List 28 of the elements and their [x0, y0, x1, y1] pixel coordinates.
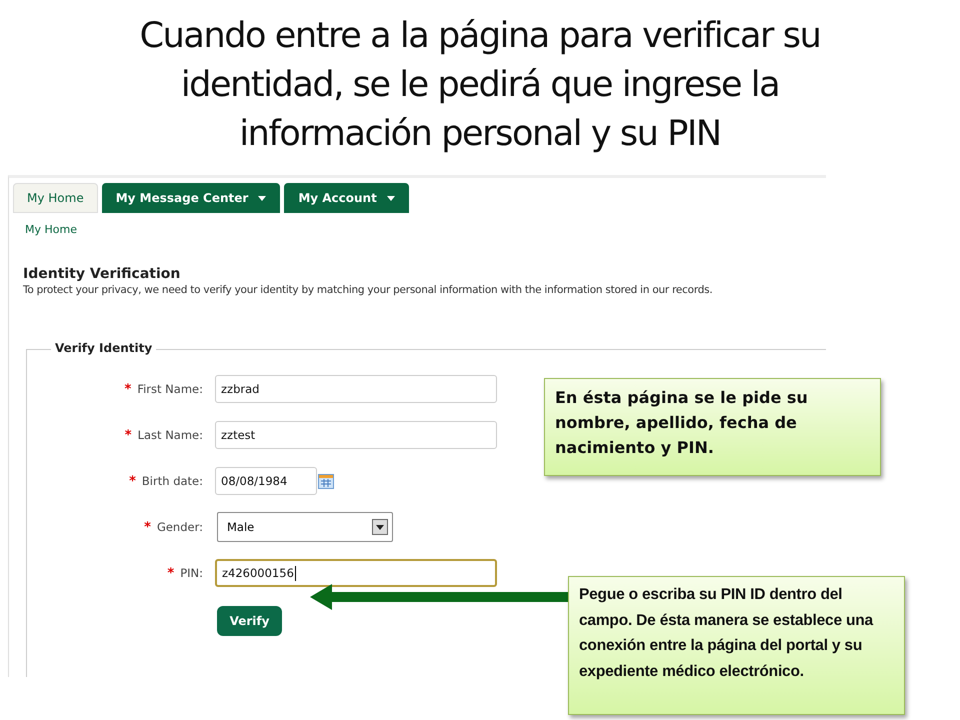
nav-tab[interactable]: My Account	[284, 183, 409, 213]
required-mark: *	[167, 566, 174, 580]
callout-note: Pegue o escriba su PIN ID dentro del campo. De ésta manera se establece una conexión entre la página del portal y su expediente médico electrónico.	[568, 576, 905, 715]
field-label: Gender:	[156, 520, 203, 534]
field-label: Birth date:	[142, 474, 203, 488]
slide-title: Cuando entre a la página para verificar su identidad, se le pedirá que ingrese la información personal y su PIN	[138, 15, 822, 156]
text-field[interactable]: zztest	[215, 421, 497, 449]
field-label: Last Name:	[138, 428, 203, 442]
text-field[interactable]: zzbrad	[215, 375, 497, 403]
page-heading: Identity Verification	[23, 266, 182, 282]
date-field[interactable]: 08/08/1984	[215, 467, 317, 495]
callout-note: En ésta página se le pide su nombre, apellido, fecha de nacimiento y PIN.	[544, 378, 881, 476]
dropdown-icon	[372, 519, 388, 535]
required-mark: *	[124, 382, 132, 396]
field-label: First Name:	[137, 382, 203, 396]
nav-tab[interactable]: My Message Center	[102, 183, 280, 213]
text-field[interactable]: z426000156	[215, 559, 497, 587]
verify-button[interactable]: Verify	[217, 606, 282, 636]
fieldset-legend: Verify Identity	[51, 341, 156, 355]
required-mark: *	[144, 520, 151, 534]
gender-select[interactable]: Male	[217, 512, 393, 542]
required-mark: *	[124, 428, 132, 442]
nav-tab[interactable]: My Home	[13, 183, 98, 213]
breadcrumb-link[interactable]: My Home	[25, 223, 77, 236]
field-label: PIN:	[180, 566, 203, 580]
page-description: To protect your privacy, we need to verify your identity by matching your personal information with the information stored in our records.	[23, 284, 714, 296]
required-mark: *	[129, 474, 136, 488]
calendar-icon[interactable]	[318, 474, 334, 488]
